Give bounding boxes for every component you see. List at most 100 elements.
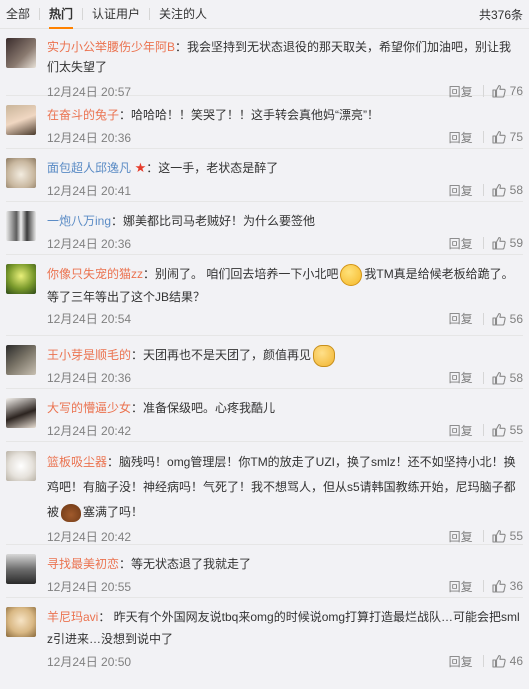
avatar[interactable] bbox=[6, 211, 36, 241]
comment-item: 羊尼玛avi： 昨天有个外国网友说tbq来omg的时候说omg打算打造最烂战队…… bbox=[6, 598, 523, 674]
reply-button[interactable]: 回复 bbox=[449, 422, 483, 439]
comment-time: 12月24日 20:36 bbox=[47, 236, 132, 251]
avatar[interactable] bbox=[6, 264, 36, 294]
comment-item: 大写的懵逼少女：准备保级吧。心疼我酷儿 12月24日 20:42 回复 55 bbox=[6, 389, 523, 442]
like-button[interactable]: 59 bbox=[492, 236, 523, 250]
comment-text: ：这一手，老状态是醉了 bbox=[146, 161, 279, 175]
avatar[interactable] bbox=[6, 38, 36, 68]
comment-time: 12月24日 20:54 bbox=[47, 312, 132, 327]
like-button[interactable]: 58 bbox=[492, 183, 523, 197]
comment-time: 12月24日 20:55 bbox=[47, 579, 132, 594]
commenter-name[interactable]: 你像只失宠的猫zz bbox=[47, 267, 143, 281]
comment-text: ：别闹了。 咱们回去培养一下小北吧 bbox=[143, 267, 339, 281]
thumbs-up-icon bbox=[492, 312, 506, 326]
action-divider bbox=[482, 371, 484, 384]
tab-following[interactable]: 关注的人 bbox=[150, 7, 216, 21]
commenter-name[interactable]: 实力小公举腰伤少年阿B bbox=[47, 40, 175, 54]
avatar[interactable] bbox=[6, 105, 36, 135]
avatar[interactable] bbox=[6, 345, 36, 375]
commenter-name[interactable]: 羊尼玛avi bbox=[47, 610, 98, 624]
action-divider bbox=[482, 312, 484, 325]
reply-button[interactable]: 回复 bbox=[449, 129, 483, 146]
tab-hot[interactable]: 热门 bbox=[40, 7, 82, 29]
like-count: 75 bbox=[509, 130, 523, 144]
like-button[interactable]: 56 bbox=[492, 312, 523, 326]
comment-text-continued: 塞满了吗！ bbox=[83, 505, 144, 519]
reply-button[interactable]: 回复 bbox=[449, 235, 483, 252]
action-divider bbox=[482, 580, 484, 592]
commenter-name[interactable]: 篮板吸尘器 bbox=[47, 455, 107, 469]
commenter-name[interactable]: 在奋斗的兔子 bbox=[47, 108, 119, 122]
like-count: 59 bbox=[509, 236, 523, 250]
comment-text: ：天团再也不是天团了，颜值再见 bbox=[131, 348, 312, 362]
comment-time: 12月24日 20:36 bbox=[47, 371, 132, 386]
comment-text: ：准备保级吧。心疼我酷儿 bbox=[131, 401, 276, 415]
like-count: 36 bbox=[509, 579, 523, 593]
comment-list: 实力小公举腰伤少年阿B：我会坚持到无状态退役的那天取关，希望你们加油吧，别让我们… bbox=[0, 29, 529, 674]
reply-button[interactable]: 回复 bbox=[449, 528, 483, 545]
comment-filter-tabs: 全部 热门 认证用户 关注的人 共376条 bbox=[0, 0, 529, 29]
comment-text: ：娜美都比司马老贼好！为什么要签他 bbox=[111, 214, 316, 228]
comment-item: 面包超人邱逸凡 ★：这一手，老状态是醉了 12月24日 20:41 回复 58 bbox=[6, 149, 523, 202]
action-divider bbox=[482, 237, 484, 249]
comment-item: 寻找最美初恋：等无状态退了我就走了 12月24日 20:55 回复 36 bbox=[6, 545, 523, 598]
avatar[interactable] bbox=[6, 451, 36, 481]
thumbs-up-icon bbox=[492, 130, 506, 144]
like-button[interactable]: 55 bbox=[492, 529, 523, 543]
like-count: 56 bbox=[509, 311, 523, 326]
comment-time: 12月24日 20:50 bbox=[47, 654, 132, 669]
poop-emoji-icon bbox=[61, 503, 82, 522]
action-divider bbox=[482, 530, 484, 542]
like-button[interactable]: 36 bbox=[492, 579, 523, 593]
action-divider bbox=[482, 424, 484, 436]
comment-time: 12月24日 20:36 bbox=[47, 130, 132, 145]
comment-item: 实力小公举腰伤少年阿B：我会坚持到无状态退役的那天取关，希望你们加油吧，别让我们… bbox=[6, 29, 523, 99]
thumbs-up-icon bbox=[492, 529, 506, 543]
comment-time: 12月24日 20:41 bbox=[47, 183, 132, 198]
verified-star-icon: ★ bbox=[131, 160, 147, 175]
action-divider bbox=[482, 184, 484, 196]
comment-time: 12月24日 20:42 bbox=[47, 529, 132, 544]
like-button[interactable]: 75 bbox=[492, 130, 523, 144]
commenter-name[interactable]: 王小芽是顺毛的 bbox=[47, 348, 131, 362]
commenter-name[interactable]: 一炮八万ing bbox=[47, 214, 111, 228]
commenter-name[interactable]: 大写的懵逼少女 bbox=[47, 401, 131, 415]
reply-button[interactable]: 回复 bbox=[449, 369, 483, 386]
commenter-name[interactable]: 寻找最美初恋 bbox=[47, 557, 119, 571]
laughing-emoji-icon bbox=[340, 263, 363, 286]
like-count: 55 bbox=[509, 423, 523, 437]
like-button[interactable]: 46 bbox=[492, 654, 523, 668]
comment-item: 在奋斗的兔子：哈哈哈！！笑哭了！！这手转会真他妈“漂亮”！ 12月24日 20:… bbox=[6, 96, 523, 149]
comment-item: 你像只失宠的猫zz：别闹了。 咱们回去培养一下小北吧 我TM真是给候老板给跪了。等… bbox=[6, 255, 523, 336]
thumbs-up-icon bbox=[492, 371, 506, 385]
comment-item: 一炮八万ing：娜美都比司马老贼好！为什么要签他 12月24日 20:36 回复… bbox=[6, 202, 523, 255]
tab-verified[interactable]: 认证用户 bbox=[83, 7, 149, 21]
avatar[interactable] bbox=[6, 158, 36, 188]
thumbs-up-icon bbox=[492, 579, 506, 593]
tab-all[interactable]: 全部 bbox=[6, 7, 39, 21]
comment-text: ： 昨天有个外国网友说tbq来omg的时候说omg打算打造最烂战队…可能会把sm… bbox=[47, 610, 520, 646]
comment-time: 12月24日 20:42 bbox=[47, 423, 132, 438]
avatar[interactable] bbox=[6, 398, 36, 428]
thumbs-up-icon bbox=[492, 236, 506, 250]
like-count: 58 bbox=[509, 183, 523, 197]
like-count: 46 bbox=[509, 654, 523, 668]
commenter-name[interactable]: 面包超人邱逸凡 bbox=[47, 161, 131, 175]
avatar[interactable] bbox=[6, 554, 36, 584]
action-divider bbox=[482, 655, 484, 667]
reply-button[interactable]: 回复 bbox=[449, 578, 483, 595]
comment-item: 篮板吸尘器：脑残吗！omg管理层！你TM的放走了UZI，换了smlz！还不如坚持… bbox=[6, 442, 523, 545]
like-count: 55 bbox=[509, 529, 523, 543]
reply-button[interactable]: 回复 bbox=[449, 653, 483, 670]
reply-button[interactable]: 回复 bbox=[449, 182, 483, 199]
reply-button[interactable]: 回复 bbox=[449, 310, 483, 327]
like-button[interactable]: 58 bbox=[492, 371, 523, 385]
comment-text: ：哈哈哈！！笑哭了！！这手转会真他妈“漂亮”！ bbox=[119, 108, 380, 122]
comment-text: ：等无状态退了我就走了 bbox=[119, 557, 252, 571]
thumbs-up-icon bbox=[492, 183, 506, 197]
like-count: 58 bbox=[509, 370, 523, 385]
cat-face-emoji-icon bbox=[313, 344, 336, 367]
comment-item: 王小芽是顺毛的：天团再也不是天团了，颜值再见 12月24日 20:36 回复 5… bbox=[6, 336, 523, 389]
like-button[interactable]: 55 bbox=[492, 423, 523, 437]
avatar[interactable] bbox=[6, 607, 36, 637]
